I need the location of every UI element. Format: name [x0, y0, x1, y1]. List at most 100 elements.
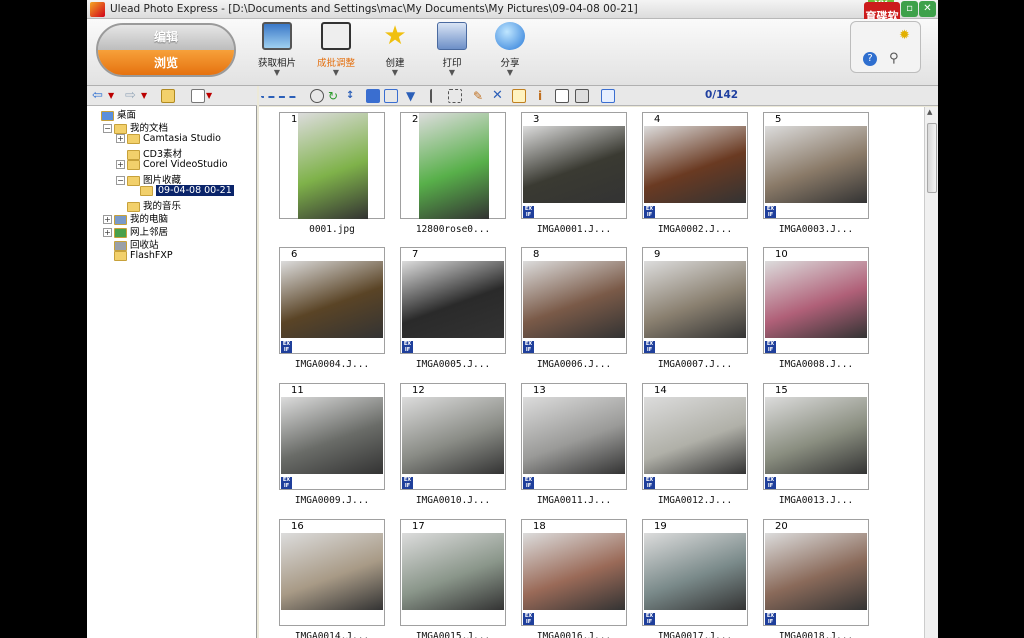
thumbnail-frame: 10 EX IF: [763, 247, 869, 354]
properties-icon[interactable]: [430, 89, 444, 103]
expand-icon[interactable]: +: [103, 215, 112, 224]
back-icon[interactable]: ⇦: [92, 89, 106, 103]
photo-thumbnail[interactable]: 14 EX IF IMGA0012.J...: [642, 383, 748, 517]
forward-icon[interactable]: ⇨: [125, 89, 139, 103]
help-icon[interactable]: ?: [863, 52, 877, 66]
search-icon[interactable]: ⚲: [889, 51, 899, 66]
clock-icon[interactable]: [310, 89, 324, 103]
thumbnail-caption: IMGA0008.J...: [778, 359, 854, 370]
main-toolbar: 编辑 浏览 获取相片 ▼ 成批调整 ▼ ★ 创建 ▼ 打印 ▼ 分享 ▼ ? ⚲…: [87, 19, 938, 86]
window-title: Ulead Photo Express - [D:\Documents and …: [110, 3, 638, 15]
photo-thumbnail[interactable]: 3 EX IF IMGA0001.J...: [521, 112, 627, 246]
photo-thumbnail[interactable]: 5 EX IF IMGA0003.J...: [763, 112, 869, 246]
sort-icon[interactable]: ↕: [346, 89, 360, 103]
tree-item[interactable]: + 我的电脑: [103, 211, 168, 225]
share-button[interactable]: 分享 ▼: [482, 22, 538, 82]
computer-icon: [114, 214, 127, 225]
expand-icon[interactable]: +: [103, 228, 112, 237]
slideshow-icon[interactable]: [601, 89, 615, 103]
photo-image: [523, 261, 625, 338]
collapse-icon[interactable]: −: [103, 124, 112, 133]
photo-thumbnail[interactable]: 9 EX IF IMGA0007.J...: [642, 247, 748, 381]
photo-image: [281, 533, 383, 610]
photo-thumbnail[interactable]: 2 12800rose0...: [400, 112, 506, 246]
edit-mode-button[interactable]: 编辑: [98, 25, 234, 50]
photo-thumbnail[interactable]: 13 EX IF IMGA0011.J...: [521, 383, 627, 517]
star-icon: ★: [383, 21, 407, 51]
photo-thumbnail[interactable]: 12 EX IF IMGA0010.J...: [400, 383, 506, 517]
lightbulb-icon[interactable]: ✹: [899, 28, 910, 43]
paste-icon[interactable]: [575, 89, 589, 103]
close-button[interactable]: ✕: [919, 1, 936, 17]
thumbnail-caption: IMGA0009.J...: [294, 495, 370, 506]
thumbnail-number: 19: [654, 521, 667, 532]
expand-icon[interactable]: +: [116, 134, 125, 143]
chevron-down-icon[interactable]: ▼: [141, 89, 155, 103]
photo-thumbnail[interactable]: 7 EX IF IMGA0005.J...: [400, 247, 506, 381]
tree-item[interactable]: 回收站: [103, 237, 159, 251]
tree-item[interactable]: − 图片收藏: [116, 172, 181, 186]
tree-item[interactable]: + Camtasia Studio: [116, 133, 221, 146]
photo-thumbnail[interactable]: 18 EX IF IMGA0016.J...: [521, 519, 627, 638]
browse-mode-button[interactable]: 浏览: [98, 50, 234, 75]
photo-thumbnail[interactable]: 1 0001.jpg: [279, 112, 385, 246]
desktop-icon: [101, 110, 114, 121]
photo-thumbnail[interactable]: 4 EX IF IMGA0002.J...: [642, 112, 748, 246]
fit-icon[interactable]: [384, 89, 398, 103]
photo-thumbnail[interactable]: 10 EX IF IMGA0008.J...: [763, 247, 869, 381]
tree-item[interactable]: CD3素材: [116, 146, 182, 160]
email-icon[interactable]: [512, 89, 526, 103]
tree-item[interactable]: 09-04-08 00-21: [129, 185, 234, 198]
collapse-icon[interactable]: −: [116, 176, 125, 185]
photo-thumbnail[interactable]: 6 EX IF IMGA0004.J...: [279, 247, 385, 381]
filter-icon[interactable]: ▼: [406, 89, 420, 103]
batch-adjust-button[interactable]: 成批调整 ▼: [308, 22, 364, 82]
refresh-icon[interactable]: ↻: [328, 89, 342, 103]
scrollbar-thumb[interactable]: [927, 123, 937, 193]
photo-thumbnail[interactable]: 15 EX IF IMGA0013.J...: [763, 383, 869, 517]
view-icon[interactable]: [191, 89, 205, 103]
tree-item[interactable]: + 网上邻居: [103, 224, 168, 238]
photo-thumbnail[interactable]: 17 IMGA0015.J...: [400, 519, 506, 638]
photo-image: [765, 126, 867, 203]
exif-badge-icon: EX IF: [523, 613, 534, 625]
thumbnail-size-icon[interactable]: [366, 89, 380, 103]
info-icon[interactable]: i: [533, 89, 547, 103]
maximize-button[interactable]: ▫: [901, 1, 918, 17]
expand-icon[interactable]: +: [116, 160, 125, 169]
pencil-icon[interactable]: ✎: [473, 89, 487, 103]
vertical-scrollbar[interactable]: ▲: [924, 107, 938, 638]
chevron-down-icon[interactable]: ▼: [108, 89, 122, 103]
folder-icon: [127, 159, 140, 170]
thumbnail-number: 17: [412, 521, 425, 532]
print-button[interactable]: 打印 ▼: [424, 22, 480, 82]
thumbnail-caption: IMGA0014.J...: [294, 631, 370, 638]
copy-icon[interactable]: [555, 89, 569, 103]
tree-item[interactable]: + Corel VideoStudio: [116, 159, 228, 172]
get-photos-button[interactable]: 获取相片 ▼: [249, 22, 305, 82]
tree-item[interactable]: 桌面: [90, 107, 136, 121]
scroll-up-icon[interactable]: ▲: [927, 108, 932, 116]
tree-item[interactable]: 我的音乐: [116, 198, 181, 212]
thumbnail-frame: 5 EX IF: [763, 112, 869, 219]
thumbnail-frame: 11 EX IF: [279, 383, 385, 490]
delete-icon[interactable]: ✕: [492, 89, 506, 103]
select-all-icon[interactable]: [261, 89, 297, 98]
chevron-down-icon[interactable]: ▼: [206, 89, 220, 103]
exif-badge-icon: EX IF: [765, 206, 776, 218]
photo-thumbnail[interactable]: 11 EX IF IMGA0009.J...: [279, 383, 385, 517]
tree-item[interactable]: FlashFXP: [103, 250, 173, 263]
thumbnail-number: 6: [291, 249, 298, 260]
create-button[interactable]: ★ 创建 ▼: [367, 22, 423, 82]
thumbnail-grid: 1 0001.jpg 2 12800rose0... 3 EX IF IMGA0001.J..…: [259, 107, 924, 638]
photo-thumbnail[interactable]: 16 IMGA0014.J...: [279, 519, 385, 638]
photo-thumbnail[interactable]: 8 EX IF IMGA0006.J...: [521, 247, 627, 381]
photo-thumbnail[interactable]: 20 EX IF IMGA0018.J...: [763, 519, 869, 638]
tree-item[interactable]: − 我的文档: [103, 120, 168, 134]
arrange-icon[interactable]: [448, 89, 462, 103]
up-folder-icon[interactable]: [161, 89, 175, 103]
get-photos-label: 获取相片: [257, 58, 296, 69]
thumbnail-number: 5: [775, 114, 782, 125]
photo-thumbnail[interactable]: 19 EX IF IMGA0017.J...: [642, 519, 748, 638]
